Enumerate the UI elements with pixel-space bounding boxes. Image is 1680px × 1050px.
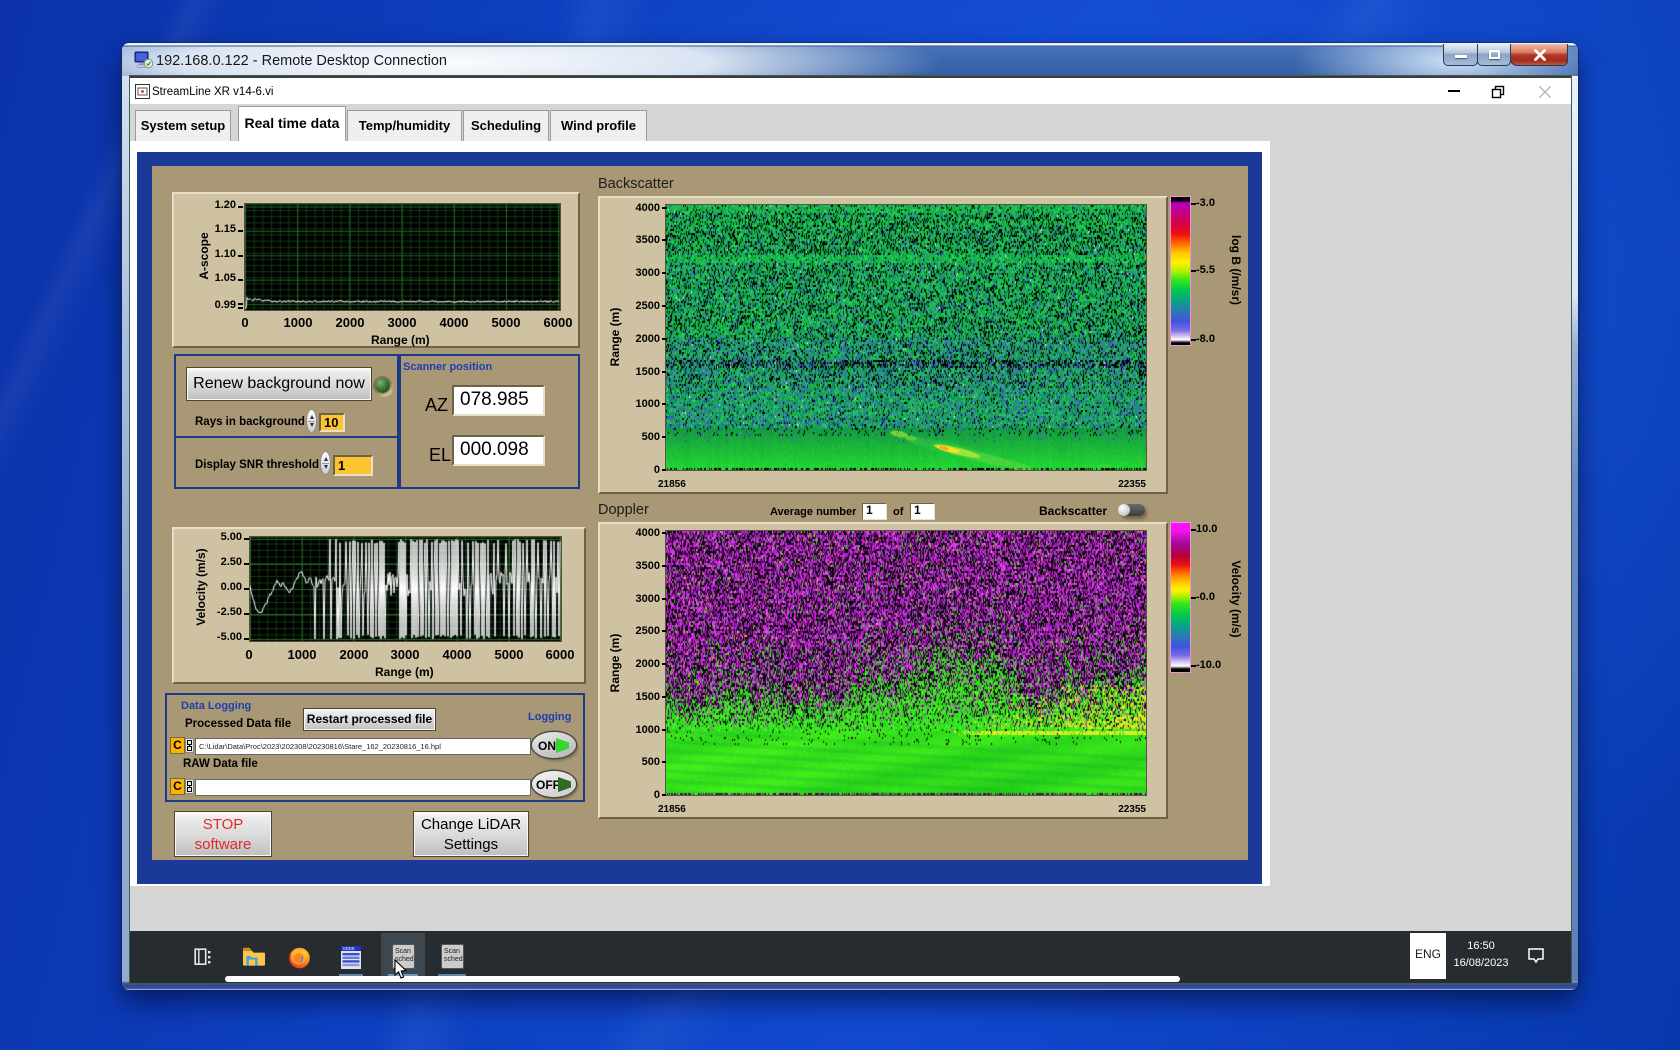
svg-text:GEEK: GEEK xyxy=(343,946,356,951)
